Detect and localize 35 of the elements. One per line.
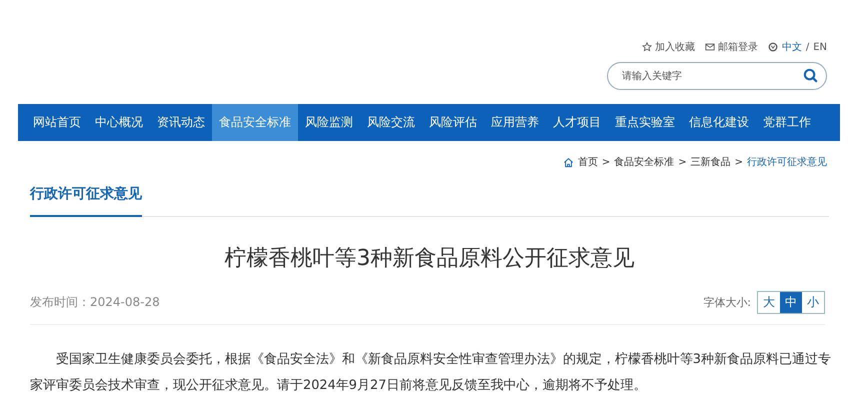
breadcrumb-link[interactable]: 首页	[578, 155, 598, 169]
top-link[interactable]: 加入收藏	[642, 40, 695, 54]
mail-icon	[704, 42, 715, 52]
search-field[interactable]: 请输入关键字	[607, 62, 827, 90]
font-size-button[interactable]: 中	[780, 292, 802, 313]
breadcrumb-separator: >	[678, 156, 687, 168]
nav-tab[interactable]: 资讯动态	[150, 104, 212, 141]
language-link[interactable]: EN	[813, 42, 827, 52]
nav-tab[interactable]: 网站首页	[26, 104, 88, 141]
nav-tab[interactable]: 应用营养	[484, 104, 546, 141]
breadcrumb-link[interactable]: 三新食品	[690, 155, 731, 169]
nav-tab[interactable]: 食品安全标准	[212, 104, 298, 141]
nav-tab[interactable]: 风险交流	[360, 104, 422, 141]
nav-tab[interactable]: 风险评估	[422, 104, 484, 141]
breadcrumb-separator: >	[734, 156, 743, 168]
search-icon[interactable]	[803, 68, 818, 83]
star-icon	[642, 42, 652, 52]
breadcrumb-link[interactable]: 食品安全标准	[614, 155, 674, 169]
nav-tab[interactable]: 重点实验室	[608, 104, 682, 141]
nav-tab[interactable]: 风险监测	[298, 104, 360, 141]
article-paragraph: 受国家卫生健康委员会委托，根据《食品安全法》和《新食品原料安全性审查管理办法》的规定，柠檬香桃叶等3种新食品原料已通过专家评审委员会技术审查，现公开征求意见。请于2024年9月27日前将意见反馈至我中心，逾期将不予处理。	[30, 351, 831, 395]
article-title: 柠檬香桃叶等3种新食品原料公开征求意见	[224, 245, 636, 273]
language-link[interactable]: 中文	[782, 40, 802, 54]
nav-tab[interactable]: 人才项目	[546, 104, 608, 141]
home-icon	[562, 156, 574, 168]
font-size-label: 字体大小:	[703, 295, 751, 310]
nav-tab[interactable]: 信息化建设	[682, 104, 756, 141]
breadcrumb-link[interactable]: 行政许可征求意见	[747, 155, 827, 169]
nav-tab[interactable]: 党群工作	[756, 104, 818, 141]
top-link[interactable]: 邮箱登录	[704, 40, 758, 54]
separator: /	[806, 42, 810, 52]
breadcrumb-separator: >	[602, 156, 610, 168]
nav-tab[interactable]: 中心概况	[88, 104, 150, 141]
publish-date: 发布时间：2024-08-28	[30, 294, 160, 311]
section-title: 行政许可征求意见	[30, 185, 142, 217]
